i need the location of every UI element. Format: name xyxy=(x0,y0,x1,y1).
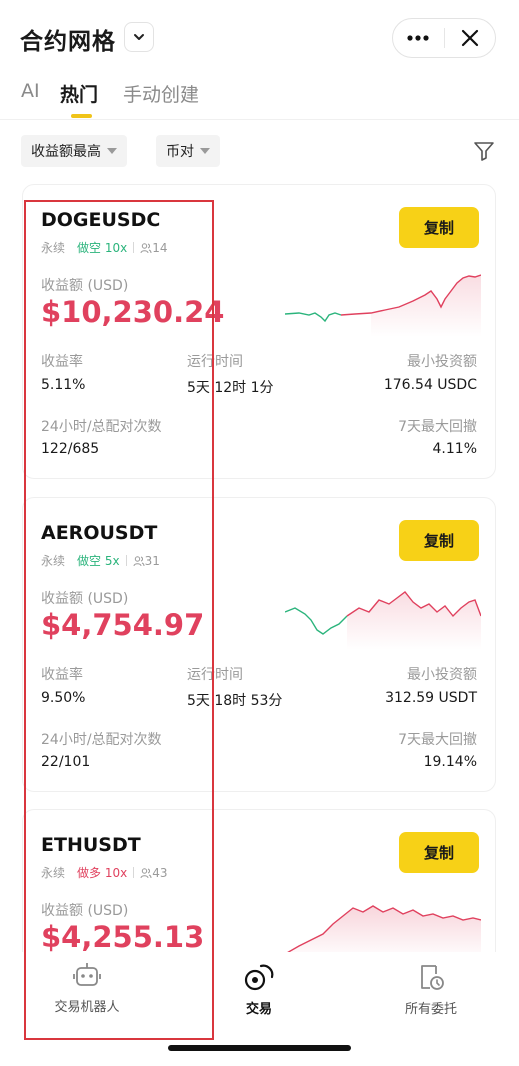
pair-filter-label: 币对 xyxy=(166,144,194,160)
min-investment-label: 最小投资额 xyxy=(407,354,477,370)
min-investment-label: 最小投资额 xyxy=(407,667,477,683)
nav-label: 所有委托 xyxy=(404,1002,457,1017)
active-tab-indicator xyxy=(71,114,92,118)
tab-manual-create[interactable]: 手动创建 xyxy=(123,80,199,107)
max-drawdown-value: 4.11% xyxy=(432,441,477,457)
more-dots-icon xyxy=(407,35,429,41)
max-drawdown-value: 19.14% xyxy=(423,754,477,770)
close-button[interactable] xyxy=(444,19,495,57)
min-investment-value: 176.54 USDC xyxy=(383,377,477,393)
page-title: 合约网格 xyxy=(20,29,116,55)
caret-down-icon xyxy=(200,148,210,154)
sort-filter[interactable]: 收益额最高 xyxy=(21,135,127,167)
close-icon xyxy=(461,29,478,47)
max-drawdown-label: 7天最大回撤 xyxy=(398,419,477,435)
header: 合约网格 xyxy=(0,0,519,76)
trade-coins-icon xyxy=(244,964,274,991)
copy-button[interactable]: 复制 xyxy=(399,832,479,873)
pnl-sparkline xyxy=(285,591,481,650)
nav-all-orders[interactable]: 所有委托 xyxy=(371,962,491,1017)
copy-button[interactable]: 复制 xyxy=(399,207,479,248)
pnl-sparkline xyxy=(285,274,481,337)
pnl-sparkline xyxy=(285,905,481,960)
sort-filter-label: 收益额最高 xyxy=(31,144,101,160)
copy-button[interactable]: 复制 xyxy=(399,520,479,561)
nav-label: 交易 xyxy=(245,1002,272,1017)
highlight-box xyxy=(24,200,214,1040)
tab-ai[interactable]: AI xyxy=(21,80,40,102)
strategy-tabs: AI 热门 手动创建 xyxy=(0,76,519,118)
orders-clock-icon xyxy=(421,965,444,990)
tabs-divider xyxy=(0,119,519,120)
pair-filter[interactable]: 币对 xyxy=(156,135,220,167)
max-drawdown-label: 7天最大回撤 xyxy=(398,732,477,748)
home-indicator xyxy=(168,1045,351,1051)
mini-program-capsule xyxy=(392,18,496,58)
tab-hot[interactable]: 热门 xyxy=(60,80,98,107)
chevron-down-icon xyxy=(134,34,144,40)
filter-funnel-icon[interactable] xyxy=(472,139,496,163)
more-button[interactable] xyxy=(393,19,444,57)
nav-trade[interactable]: 交易 xyxy=(199,962,319,1017)
title-dropdown-button[interactable] xyxy=(124,22,154,52)
min-investment-value: 312.59 USDT xyxy=(385,690,477,706)
caret-down-icon xyxy=(107,148,117,154)
